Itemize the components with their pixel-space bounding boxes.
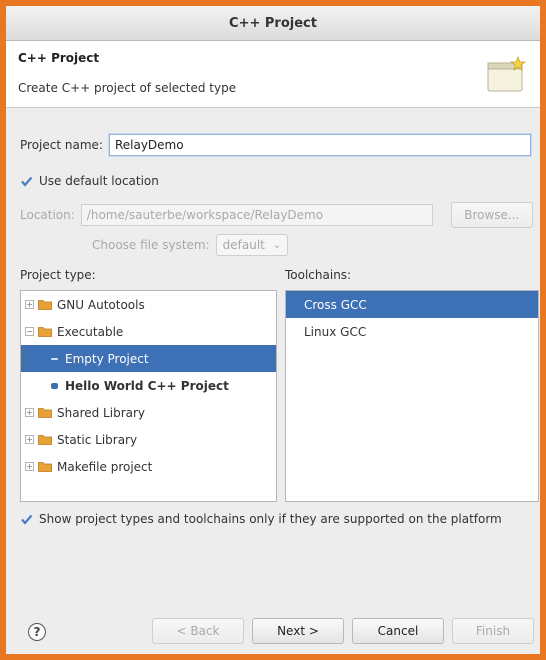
finish-button[interactable]: Finish xyxy=(452,618,534,644)
project-type-tree[interactable]: + GNU Autotools − Executable Empty Project He… xyxy=(20,290,277,502)
tree-item[interactable]: − Executable xyxy=(21,318,276,345)
show-supported-label: Show project types and toolchains only i… xyxy=(39,512,502,526)
tree-item-label: Static Library xyxy=(57,432,138,447)
tree-item-label: Executable xyxy=(57,324,124,339)
use-default-location-label: Use default location xyxy=(39,174,159,188)
filesystem-label: Choose file system: xyxy=(92,238,210,252)
wizard-banner-icon xyxy=(487,55,527,92)
empty-project-icon xyxy=(51,357,58,360)
tree-item[interactable]: + Shared Library xyxy=(21,399,276,426)
location-row: Location: Browse... xyxy=(20,202,533,228)
use-default-location-checkbox[interactable] xyxy=(20,175,33,188)
show-supported-checkbox[interactable] xyxy=(20,513,33,526)
tree-item-label: Makefile project xyxy=(57,459,153,474)
next-button[interactable]: Next > xyxy=(252,618,344,644)
cpp-project-dialog: C++ Project C++ Project Create C++ proje… xyxy=(6,6,540,654)
toolchain-item-label: Cross GCC xyxy=(304,297,367,312)
location-label: Location: xyxy=(20,208,75,222)
filesystem-row: Choose file system: default ⌄ xyxy=(92,234,289,256)
folder-icon xyxy=(38,408,52,418)
window-title: C++ Project xyxy=(6,6,540,41)
banner-description: Create C++ project of selected type xyxy=(18,81,237,95)
toolchains-heading-row: Toolchains: xyxy=(285,268,351,282)
back-button[interactable]: < Back xyxy=(152,618,244,644)
tree-item[interactable]: Hello World C++ Project xyxy=(21,372,276,399)
tree-item[interactable]: + Static Library xyxy=(21,426,276,453)
toolchains-heading: Toolchains: xyxy=(285,268,352,282)
wizard-banner: C++ Project Create C++ project of select… xyxy=(6,41,540,108)
help-icon[interactable]: ? xyxy=(28,623,46,641)
folder-icon xyxy=(38,462,52,472)
tree-item-label: Empty Project xyxy=(65,351,149,366)
chevron-down-icon: ⌄ xyxy=(272,239,282,251)
expand-icon[interactable]: + xyxy=(25,462,34,471)
location-input[interactable] xyxy=(80,204,433,226)
project-template-icon xyxy=(51,382,58,389)
cancel-button[interactable]: Cancel xyxy=(352,618,444,644)
tree-item-label: Shared Library xyxy=(57,405,146,420)
tree-item[interactable]: + Makefile project xyxy=(21,453,276,480)
toolchain-item[interactable]: Cross GCC xyxy=(286,291,538,318)
toolchain-item[interactable]: Linux GCC xyxy=(286,318,538,345)
folder-icon xyxy=(38,327,52,337)
filesystem-select[interactable]: default ⌄ xyxy=(215,234,289,256)
project-type-heading-row: Project type: xyxy=(20,268,96,282)
toolchain-item-label: Linux GCC xyxy=(304,324,367,339)
folder-icon xyxy=(38,300,52,310)
tree-item[interactable]: Empty Project xyxy=(21,345,276,372)
project-name-label: Project name: xyxy=(20,138,103,152)
banner-title: C++ Project xyxy=(18,51,100,65)
toolchains-list[interactable]: Cross GCC Linux GCC xyxy=(285,290,539,502)
show-supported-row[interactable]: Show project types and toolchains only i… xyxy=(20,512,502,526)
tree-item-label: Hello World C++ Project xyxy=(65,378,229,393)
collapse-icon[interactable]: − xyxy=(25,327,34,336)
use-default-location-row[interactable]: Use default location xyxy=(20,174,159,188)
tree-item-label: GNU Autotools xyxy=(57,297,145,312)
tree-item[interactable]: + GNU Autotools xyxy=(21,291,276,318)
project-type-heading: Project type: xyxy=(20,268,96,282)
expand-icon[interactable]: + xyxy=(25,300,34,309)
project-name-row: Project name: xyxy=(20,134,531,156)
filesystem-value: default xyxy=(222,238,265,252)
project-name-input[interactable] xyxy=(108,134,531,156)
folder-icon xyxy=(38,435,52,445)
expand-icon[interactable]: + xyxy=(25,435,34,444)
browse-button[interactable]: Browse... xyxy=(450,202,533,228)
expand-icon[interactable]: + xyxy=(25,408,34,417)
